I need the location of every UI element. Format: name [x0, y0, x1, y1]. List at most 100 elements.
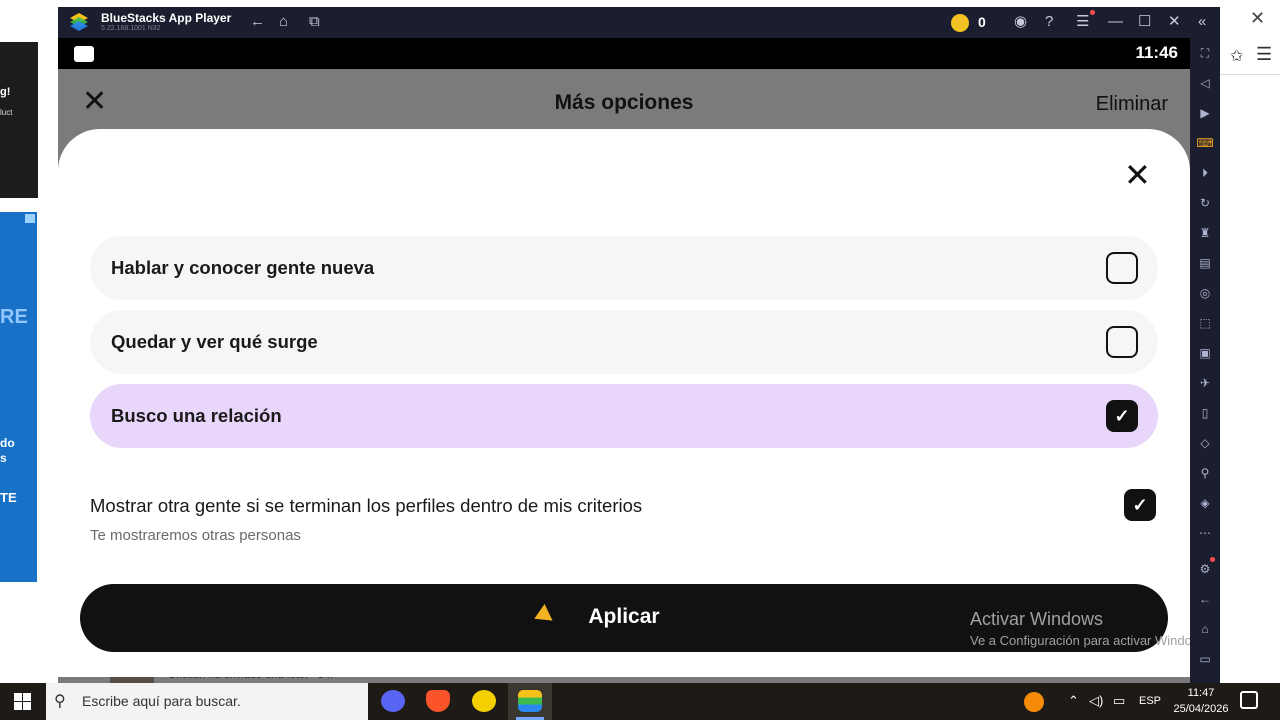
- brave-icon: [426, 690, 450, 712]
- delete-button[interactable]: Eliminar: [1096, 93, 1168, 116]
- collapse-icon[interactable]: «: [1198, 13, 1206, 31]
- browser-right-edge: ✕ ✩ ☰: [1220, 0, 1280, 683]
- left-ad-banner[interactable]: RE do s TE: [0, 212, 37, 582]
- settings-icon[interactable]: ⚙: [1196, 560, 1214, 578]
- tray-app-icon[interactable]: [1024, 692, 1044, 712]
- favorites-icon[interactable]: ✩: [1230, 46, 1243, 66]
- more-icon[interactable]: ⋯: [1196, 524, 1214, 542]
- notification-center-icon[interactable]: [1240, 691, 1258, 709]
- screenshot-icon[interactable]: ◎: [1196, 284, 1214, 302]
- app-version: 5.22.168.1001 N32: [101, 25, 161, 32]
- android-status-bar: 11:46: [58, 38, 1190, 69]
- browser-close-icon[interactable]: ✕: [1250, 8, 1265, 29]
- discord-taskbar-app[interactable]: [371, 683, 415, 720]
- folder-icon[interactable]: ▣: [1196, 344, 1214, 362]
- resize-icon[interactable]: ⬚: [1196, 314, 1214, 332]
- browser-left-edge: g! luct RE do s TE: [0, 0, 58, 683]
- search-icon: ⚲: [54, 693, 66, 710]
- fullscreen-icon[interactable]: ⛶: [1196, 44, 1214, 62]
- notification-app-icon: [74, 46, 94, 62]
- tray-chevron-icon[interactable]: ⌃: [1068, 693, 1079, 709]
- app-title: BlueStacks App Player: [101, 11, 232, 25]
- taskbar-search[interactable]: ⚲ Escribe aquí para buscar.: [46, 683, 368, 720]
- recents-icon[interactable]: ▭: [1196, 650, 1214, 668]
- ad-big-text: RE: [0, 306, 28, 328]
- show-others-title: Mostrar otra gente si se terminan los pe…: [90, 495, 643, 516]
- macro-icon[interactable]: ⏵: [1196, 164, 1214, 182]
- option-checkbox[interactable]: ✓: [1106, 400, 1138, 432]
- option-quedar[interactable]: Quedar y ver qué surge: [90, 310, 1158, 374]
- ad-text: do s: [0, 436, 15, 466]
- discord-icon: [381, 690, 405, 712]
- browser-menu-icon[interactable]: ☰: [1256, 44, 1272, 65]
- show-others-checkbox[interactable]: ✓: [1124, 489, 1156, 521]
- coin-icon[interactable]: [951, 14, 969, 32]
- ad-cta: TE: [0, 490, 17, 505]
- option-checkbox[interactable]: [1106, 252, 1138, 284]
- show-others-subtitle: Te mostraremos otras personas: [90, 527, 301, 544]
- bluestacks-logo-icon: [70, 13, 88, 31]
- location-icon[interactable]: ⚲: [1196, 464, 1214, 482]
- volume-tray-icon[interactable]: ◁): [1089, 693, 1103, 709]
- windows-taskbar: ⚲ Escribe aquí para buscar. ⌃ ◁) ▭ ESP 1…: [0, 683, 1280, 720]
- gamepad-icon[interactable]: ♜: [1196, 224, 1214, 242]
- coin-count: 0: [978, 14, 986, 30]
- brave-taskbar-app[interactable]: [416, 683, 460, 720]
- apk-icon[interactable]: ▤: [1196, 254, 1214, 272]
- media-icon[interactable]: ▶: [1196, 104, 1214, 122]
- maximize-icon[interactable]: ☐: [1138, 13, 1151, 31]
- sheet-close-icon[interactable]: ✕: [1124, 159, 1151, 191]
- volume-icon[interactable]: ◁: [1196, 74, 1214, 92]
- layers-icon[interactable]: ◈: [1196, 494, 1214, 512]
- menu-icon[interactable]: ☰: [1076, 13, 1089, 31]
- app-taskbar-app[interactable]: [462, 683, 506, 720]
- rotate-icon[interactable]: ↻: [1196, 194, 1214, 212]
- home-nav-icon[interactable]: ⌂: [1196, 620, 1214, 638]
- account-icon[interactable]: ◉: [1014, 13, 1027, 31]
- app-icon: [472, 690, 496, 712]
- ad-text-line2: s: [0, 451, 7, 465]
- show-others-toggle-row[interactable]: Mostrar otra gente si se terminan los pe…: [90, 483, 1158, 553]
- bluestacks-icon: [518, 690, 542, 712]
- taskbar-time[interactable]: 11:47: [1170, 687, 1232, 699]
- options-sheet: ✕ Hablar y conocer gente nueva Quedar y …: [58, 129, 1190, 677]
- close-icon[interactable]: ✕: [1168, 13, 1181, 31]
- network-icon[interactable]: ▭: [1113, 693, 1125, 709]
- back-nav-icon[interactable]: ←: [1196, 590, 1214, 608]
- left-panel-text: g!: [0, 86, 11, 98]
- option-label: Quedar y ver qué surge: [111, 331, 318, 352]
- browser-left-panel: g! luct: [0, 42, 38, 198]
- option-checkbox[interactable]: [1106, 326, 1138, 358]
- back-icon[interactable]: ←: [250, 13, 265, 31]
- notification-dot: [1090, 10, 1095, 15]
- check-icon: ✓: [1132, 495, 1148, 515]
- ad-badge-icon: [25, 214, 35, 223]
- search-input[interactable]: Escribe aquí para buscar.: [82, 693, 241, 709]
- option-label: Hablar y conocer gente nueva: [111, 257, 375, 278]
- multi-window-icon[interactable]: ▯: [1196, 404, 1214, 422]
- option-hablar[interactable]: Hablar y conocer gente nueva: [90, 236, 1158, 300]
- airplane-icon[interactable]: ✈: [1196, 374, 1214, 392]
- multi-instance-icon[interactable]: ⧉: [309, 13, 320, 31]
- android-clock: 11:46: [1135, 43, 1178, 62]
- windows-start-icon[interactable]: [14, 693, 31, 710]
- option-relacion[interactable]: Busco una relación ✓: [90, 384, 1158, 448]
- android-screen: ✕ Más opciones Eliminar Cristian ha envi…: [58, 69, 1190, 683]
- home-icon[interactable]: ⌂: [279, 13, 288, 31]
- activate-windows-watermark: Activar Windows: [970, 609, 1104, 629]
- settings-dot: [1210, 557, 1215, 562]
- bluestacks-window: BlueStacks App Player 5.22.168.1001 N32 …: [58, 7, 1220, 683]
- ad-text-line1: do: [0, 436, 15, 450]
- bluestacks-titlebar: BlueStacks App Player 5.22.168.1001 N32 …: [58, 7, 1220, 38]
- check-icon: ✓: [1114, 406, 1130, 426]
- divider: [1220, 74, 1280, 75]
- keyboard-icon[interactable]: ⌨: [1196, 134, 1214, 152]
- eraser-icon[interactable]: ◇: [1196, 434, 1214, 452]
- language-indicator[interactable]: ESP: [1139, 695, 1161, 707]
- option-label: Busco una relación: [111, 405, 282, 426]
- activate-windows-subtext: Ve a Configuración para activar Windows.: [970, 633, 1190, 648]
- minimize-icon[interactable]: —: [1108, 13, 1123, 31]
- taskbar-date[interactable]: 25/04/2026: [1170, 703, 1232, 715]
- help-icon[interactable]: ?: [1045, 13, 1053, 31]
- bluestacks-taskbar-app[interactable]: [508, 683, 552, 720]
